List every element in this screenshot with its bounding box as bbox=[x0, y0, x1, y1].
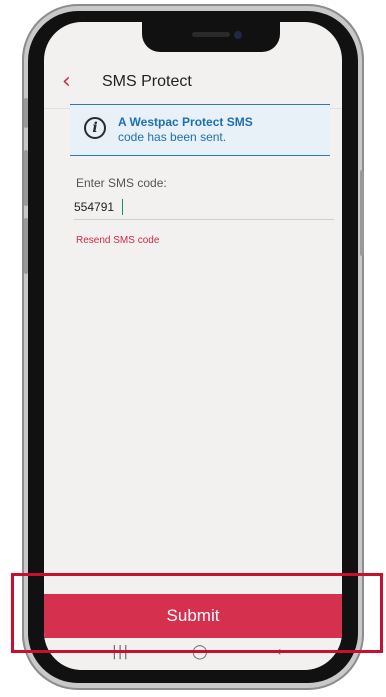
info-banner: i A Westpac Protect SMS code has been se… bbox=[70, 104, 330, 156]
info-title: A Westpac Protect SMS bbox=[118, 115, 253, 129]
speaker bbox=[192, 32, 230, 37]
sms-code-underline bbox=[74, 219, 334, 220]
front-camera bbox=[234, 31, 242, 39]
resend-sms-link[interactable]: Resend SMS code bbox=[76, 235, 159, 246]
notch bbox=[142, 22, 280, 52]
info-icon: i bbox=[84, 117, 106, 139]
sms-code-input[interactable]: 554791 bbox=[74, 200, 114, 214]
mute-switch bbox=[24, 98, 28, 128]
app-bar: ‹ SMS Protect bbox=[44, 60, 342, 110]
highlight-rectangle bbox=[11, 573, 383, 653]
page-title: SMS Protect bbox=[102, 73, 192, 90]
volume-up-button bbox=[24, 150, 28, 206]
power-button bbox=[360, 170, 364, 256]
info-subtitle: code has been sent. bbox=[118, 130, 227, 144]
volume-down-button bbox=[24, 218, 28, 274]
chevron-left-icon[interactable]: ‹ bbox=[62, 70, 82, 94]
text-caret bbox=[122, 199, 123, 215]
sms-code-label: Enter SMS code: bbox=[76, 176, 167, 190]
